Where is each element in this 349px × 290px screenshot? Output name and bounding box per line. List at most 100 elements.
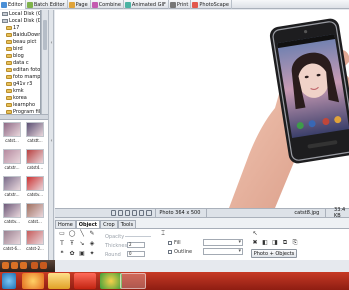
tab-animated-gif[interactable]: Animated GIF xyxy=(124,0,169,9)
send-back-icon[interactable]: ◨ xyxy=(271,239,279,246)
status-divider xyxy=(325,209,327,217)
tree-node-label: learnpho xyxy=(13,101,36,108)
zoom-out-icon[interactable] xyxy=(132,210,138,216)
outline-checkbox[interactable] xyxy=(168,250,172,254)
tab-combine[interactable]: Combine xyxy=(91,0,124,9)
text-tool-icon[interactable]: T xyxy=(58,240,66,247)
opacity-slider[interactable] xyxy=(125,236,151,237)
tree-node[interactable]: g41v r3 xyxy=(0,80,40,87)
ellipse-tool-icon[interactable]: ◯ xyxy=(68,230,76,237)
file-explorer-icon[interactable] xyxy=(48,273,70,289)
tree-node[interactable]: data c xyxy=(0,59,40,66)
folder-icon xyxy=(6,81,12,86)
tree-node[interactable]: Local Disk (C:) xyxy=(0,10,40,17)
arrow-tool-icon[interactable]: ↘ xyxy=(78,240,86,247)
page-icon xyxy=(68,1,75,8)
collapse-arrow-icon[interactable]: ‹ xyxy=(49,40,54,46)
fill-label: Fill xyxy=(174,240,181,246)
folder-tree-scrollbar[interactable] xyxy=(41,10,48,114)
frame-tool-icon[interactable]: ▣ xyxy=(78,250,86,257)
media-player-icon[interactable] xyxy=(74,273,96,289)
brush-tool-icon[interactable]: ◈ xyxy=(88,240,96,247)
eyedropper-icon[interactable]: ⌶ xyxy=(159,230,167,237)
thumbnail-image xyxy=(3,122,21,137)
tree-node[interactable]: blog xyxy=(0,52,40,59)
copy-object-icon[interactable]: ⧉ xyxy=(281,239,289,246)
side-collapse-strip[interactable]: ‹ ‹ xyxy=(48,10,54,260)
paste-object-icon[interactable]: ⎘ xyxy=(291,239,299,246)
thumbnail-caption: catst4... xyxy=(26,165,44,170)
quote-tool-icon[interactable]: ❝ xyxy=(58,250,66,257)
tree-node[interactable]: beau pict xyxy=(0,38,40,45)
stop-icon[interactable] xyxy=(31,262,38,269)
flip-icon[interactable] xyxy=(125,210,131,216)
chrome-icon[interactable] xyxy=(100,273,122,289)
thumbnail-item[interactable]: catst... xyxy=(1,122,23,144)
firefox-icon[interactable] xyxy=(22,273,44,289)
tree-node[interactable]: BaiduDownl xyxy=(0,31,40,38)
line-tool-icon[interactable]: ╲ xyxy=(78,230,86,237)
pen-tool-icon[interactable]: ✎ xyxy=(88,230,96,237)
tree-node-label: beau pict xyxy=(13,38,37,45)
play-icon[interactable] xyxy=(11,262,18,269)
tree-node[interactable]: Local Disk (D:) xyxy=(0,17,40,24)
thickness-input[interactable]: 2 xyxy=(127,242,145,248)
photoscape-taskbar-icon[interactable] xyxy=(120,273,146,289)
symbol-tool-icon[interactable]: ✦ xyxy=(88,250,96,257)
rectangle-tool-icon[interactable]: ▭ xyxy=(58,230,66,237)
filename-label: catst8.jpg xyxy=(294,210,320,216)
tree-node[interactable]: 17 xyxy=(0,24,40,31)
scrollbar-thumb[interactable] xyxy=(43,20,47,50)
rotate-left-icon[interactable] xyxy=(111,210,117,216)
record-icon[interactable] xyxy=(40,262,47,269)
thumbnail-item[interactable]: catst4... xyxy=(24,149,46,171)
tab-batch-editor[interactable]: Batch Editor xyxy=(26,0,68,9)
folder-icon xyxy=(6,102,12,107)
object-tool-area xyxy=(55,228,349,260)
rotate-right-icon[interactable] xyxy=(118,210,124,216)
thumbnail-caption: catst-2... xyxy=(26,246,44,251)
tab-print[interactable]: Print xyxy=(169,0,192,9)
media-control-bar xyxy=(0,260,55,272)
photo-objects-button[interactable]: Photo + Objects xyxy=(251,249,297,258)
thumbnail-item[interactable]: catst-2... xyxy=(24,230,46,252)
image-canvas[interactable] xyxy=(55,10,349,208)
fill-checkbox[interactable] xyxy=(168,241,172,245)
stamp-tool-icon[interactable]: ✿ xyxy=(68,250,76,257)
delete-object-icon[interactable]: ✖ xyxy=(251,239,259,246)
tree-node[interactable]: bird xyxy=(0,45,40,52)
gif-icon xyxy=(124,1,131,8)
bring-front-icon[interactable]: ◧ xyxy=(261,239,269,246)
drive-icon xyxy=(2,11,8,16)
zoom-in-icon[interactable] xyxy=(139,210,145,216)
tree-node[interactable]: korea xyxy=(0,94,40,101)
thumbnail-item[interactable]: catst-6... xyxy=(1,230,23,252)
fill-color-select[interactable] xyxy=(203,239,243,246)
tree-node[interactable]: editan foto xyxy=(0,66,40,73)
thumbnail-caption: catstr... xyxy=(4,165,20,170)
thumbnail-item[interactable]: catst... xyxy=(24,203,46,225)
thumbnail-item[interactable]: catstt... xyxy=(24,122,46,144)
next-icon[interactable] xyxy=(20,262,27,269)
text-box-tool-icon[interactable]: Ŧ xyxy=(68,240,76,247)
select-arrow-icon[interactable]: ↖ xyxy=(251,230,259,237)
thumbnail-item[interactable]: catstr... xyxy=(1,176,23,198)
fit-icon[interactable] xyxy=(146,210,152,216)
previous-icon[interactable] xyxy=(2,262,9,269)
start-button-icon[interactable] xyxy=(2,273,16,289)
tree-node-label: korea xyxy=(13,94,27,101)
round-input[interactable]: 0 xyxy=(127,251,145,257)
collapse-arrow-icon[interactable]: ‹ xyxy=(49,138,54,144)
thumbnail-item[interactable]: catstv... xyxy=(1,203,23,225)
tree-node[interactable]: kmk xyxy=(0,87,40,94)
tab-page[interactable]: Page xyxy=(68,0,91,9)
tree-node[interactable]: learnpho xyxy=(0,101,40,108)
thumbnail-item[interactable]: catstv... xyxy=(24,176,46,198)
tab-editor[interactable]: Editor xyxy=(0,0,26,9)
thumbnail-item[interactable]: catstr... xyxy=(1,149,23,171)
tree-node-label: foto mamp xyxy=(13,73,40,80)
folder-icon xyxy=(6,74,12,79)
outline-color-select[interactable] xyxy=(203,248,243,255)
tree-node[interactable]: foto mamp xyxy=(0,73,40,80)
tab-photoscape[interactable]: PhotoScape xyxy=(191,0,232,9)
